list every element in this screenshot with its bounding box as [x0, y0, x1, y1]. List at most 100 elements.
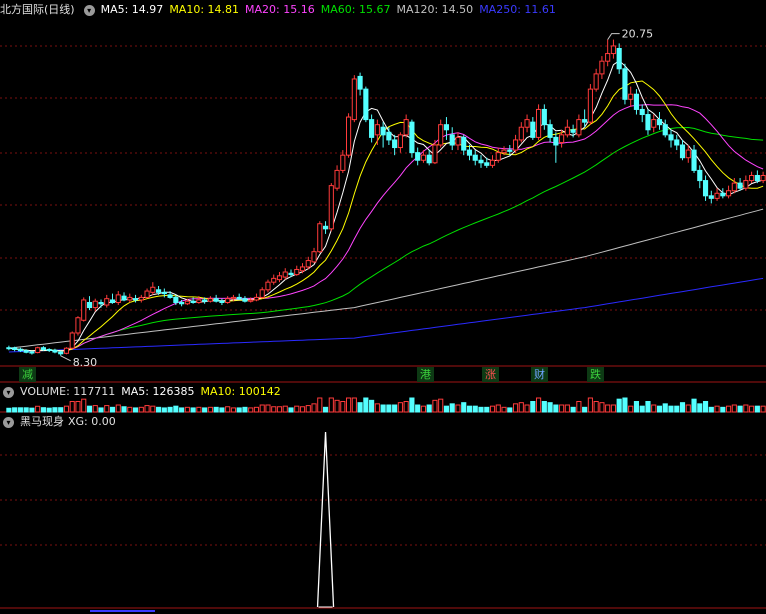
candle-body	[668, 134, 674, 141]
volume-bar	[455, 404, 461, 413]
volume-bar	[138, 406, 144, 413]
volume-bar	[92, 405, 98, 413]
candle-body	[726, 190, 732, 197]
volume-bar	[29, 407, 35, 413]
candle-body	[374, 124, 380, 136]
volume-bar	[691, 398, 697, 413]
volume-bar	[248, 407, 254, 413]
volume-bar	[645, 401, 651, 413]
volume-bar	[242, 406, 248, 413]
volume-bar	[213, 406, 219, 413]
volume-bar	[322, 406, 329, 413]
volume-bar	[622, 397, 628, 413]
event-marker-hk[interactable]: 港	[417, 367, 434, 382]
ma5-label: MA5: 14.97	[100, 3, 164, 16]
candle-body	[662, 124, 668, 136]
candle-body	[179, 301, 185, 305]
candle-body	[570, 129, 576, 133]
ma20-line	[8, 104, 764, 352]
volume-bar	[299, 406, 306, 413]
volume-bar	[726, 405, 732, 413]
volume-bar	[328, 397, 334, 413]
chevron-down-icon[interactable]: ▾	[3, 386, 14, 398]
candle-body	[392, 139, 398, 149]
volume-bar	[334, 399, 340, 413]
volume-bar	[708, 406, 714, 413]
chevron-down-icon[interactable]: ▾	[83, 4, 95, 16]
volume-header: ▾ VOLUME: 117711 MA5: 126385 MA10: 100142	[0, 384, 287, 400]
candle-body	[622, 68, 628, 100]
candle-body	[265, 281, 271, 291]
candle-body	[593, 73, 599, 90]
volume-bar	[610, 404, 616, 413]
candle-body	[415, 152, 421, 161]
volume-bar	[760, 405, 766, 413]
candle-body	[628, 93, 634, 100]
volume-bar	[288, 407, 294, 413]
candle-body	[501, 149, 507, 154]
volume-bar	[63, 405, 70, 413]
candle-body	[455, 136, 461, 146]
candle-body	[132, 298, 139, 301]
candle-body	[760, 174, 766, 182]
candle-body	[196, 299, 202, 303]
candle-body	[104, 298, 110, 306]
volume-bar	[311, 403, 317, 413]
candle-body	[363, 88, 369, 121]
volume-bar	[346, 397, 352, 413]
candle-body	[58, 351, 64, 355]
volume-bar	[564, 404, 570, 413]
candle-body	[547, 124, 553, 138]
event-marker-limit-down[interactable]: 跌	[587, 367, 604, 382]
volume-bar	[570, 406, 576, 413]
candle-body	[346, 116, 352, 156]
volume-bar	[202, 407, 208, 413]
candle-body	[219, 300, 225, 303]
chevron-down-icon[interactable]: ▾	[3, 416, 14, 428]
candle-body	[138, 296, 144, 301]
volume-bar	[749, 405, 755, 413]
high-pointer	[607, 33, 620, 40]
ma120-line	[8, 208, 764, 349]
candle-body	[35, 347, 41, 354]
candle-body	[98, 301, 104, 305]
volume-bar	[196, 406, 202, 413]
volume-bar	[616, 398, 622, 413]
candle-body	[432, 144, 438, 164]
volume-bar	[754, 405, 760, 413]
candle-body	[559, 134, 565, 143]
candle-body	[518, 126, 524, 141]
ma250-line	[8, 277, 764, 353]
volume-label: VOLUME: 117711	[20, 385, 116, 398]
event-marker-limit-up[interactable]: 涨	[482, 367, 499, 382]
event-marker-finance[interactable]: 财	[531, 367, 548, 382]
candle-body	[12, 347, 18, 350]
volume-bar	[271, 406, 277, 413]
volume-bar	[132, 407, 139, 413]
candle-body	[743, 180, 749, 189]
kline-chart[interactable]: 20.75 8.30	[0, 0, 766, 614]
candle-body	[213, 298, 219, 302]
volume-bar	[633, 401, 640, 413]
candle-body	[276, 275, 283, 281]
ma60-label: MA60: 15.67	[320, 3, 391, 16]
candle-body	[46, 348, 52, 351]
volume-bar	[484, 406, 490, 413]
candle-body	[587, 88, 593, 123]
volume-bar	[184, 406, 190, 413]
volume-bar	[276, 406, 283, 413]
event-marker-reduce[interactable]: 减	[19, 367, 36, 382]
volume-bar	[265, 404, 271, 413]
volume-bar	[230, 407, 236, 413]
candle-body	[207, 298, 213, 302]
candle-body	[530, 121, 536, 138]
volume-bar	[357, 402, 363, 413]
candle-body	[651, 119, 657, 128]
candle-body	[484, 162, 490, 166]
volume-bar	[466, 405, 473, 413]
volume-bar	[639, 405, 645, 413]
candle-body	[409, 121, 415, 154]
candle-body	[75, 317, 81, 334]
candle-body	[242, 298, 248, 302]
volume-bar	[75, 401, 81, 413]
